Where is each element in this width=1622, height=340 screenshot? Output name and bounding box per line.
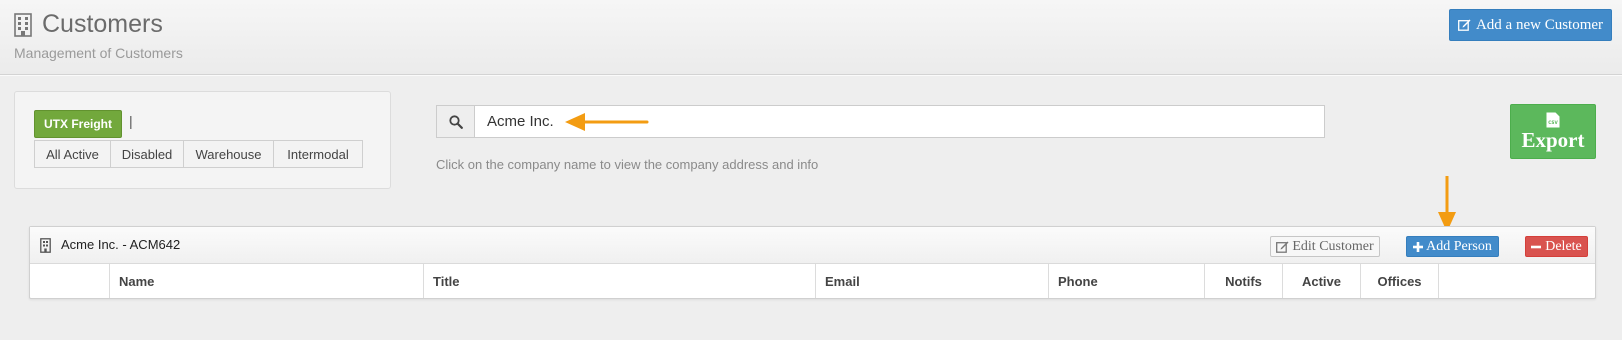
customer-name-link[interactable]: Acme Inc. - ACM642	[61, 237, 180, 252]
edit-icon	[1458, 19, 1471, 31]
csv-file-icon: CSV	[1546, 112, 1560, 128]
column-header-notifs: Notifs	[1205, 264, 1283, 298]
minus-icon	[1531, 245, 1542, 248]
filter-disabled[interactable]: Disabled	[110, 140, 184, 168]
page-subtitle: Management of Customers	[14, 45, 183, 61]
column-header-offices: Offices	[1361, 264, 1439, 298]
svg-text:CSV: CSV	[1548, 120, 1558, 125]
edit-customer-button[interactable]: Edit Customer	[1270, 236, 1380, 257]
add-person-button[interactable]: Add Person	[1406, 236, 1499, 257]
utx-freight-button[interactable]: UTX Freight	[34, 110, 122, 138]
column-header-active: Active	[1283, 264, 1361, 298]
delete-button[interactable]: Delete	[1525, 236, 1588, 257]
page-header: Customers Management of Customers Add a …	[0, 0, 1622, 75]
edit-customer-label: Edit Customer	[1292, 238, 1374, 254]
annotation-arrow-left	[565, 113, 649, 131]
filter-warehouse[interactable]: Warehouse	[183, 140, 274, 168]
column-header-blank	[30, 264, 110, 298]
filter-button-group: All Active Disabled Warehouse Intermodal	[34, 140, 363, 168]
filter-all-active[interactable]: All Active	[34, 140, 111, 168]
building-icon	[40, 238, 51, 253]
export-label: Export	[1521, 128, 1585, 152]
column-header-phone: Phone	[1049, 264, 1205, 298]
export-button[interactable]: CSV Export	[1510, 104, 1596, 159]
separator: |	[129, 113, 133, 129]
search-hint: Click on the company name to view the co…	[436, 157, 819, 172]
add-customer-button[interactable]: Add a new Customer	[1449, 9, 1612, 41]
column-header-actions	[1439, 264, 1595, 298]
table-header-row: Name Title Email Phone Notifs Active Off…	[30, 264, 1595, 298]
plus-icon	[1413, 241, 1424, 252]
search-addon	[436, 105, 475, 138]
column-header-title: Title	[424, 264, 816, 298]
column-header-email: Email	[816, 264, 1049, 298]
search-icon	[449, 114, 463, 129]
filter-panel: UTX Freight | All Active Disabled Wareho…	[14, 91, 391, 189]
column-header-name: Name	[110, 264, 424, 298]
customer-panel: Acme Inc. - ACM642 Edit Customer Add Per…	[29, 226, 1596, 299]
filter-intermodal[interactable]: Intermodal	[273, 140, 363, 168]
add-customer-label: Add a new Customer	[1475, 16, 1604, 33]
add-person-label: Add Person	[1426, 238, 1492, 254]
delete-label: Delete	[1545, 238, 1582, 254]
page-title: Customers	[42, 10, 163, 38]
building-icon	[14, 13, 32, 37]
edit-icon	[1276, 241, 1289, 253]
annotation-arrow-down	[1438, 176, 1456, 232]
customer-panel-header: Acme Inc. - ACM642 Edit Customer Add Per…	[30, 227, 1595, 264]
